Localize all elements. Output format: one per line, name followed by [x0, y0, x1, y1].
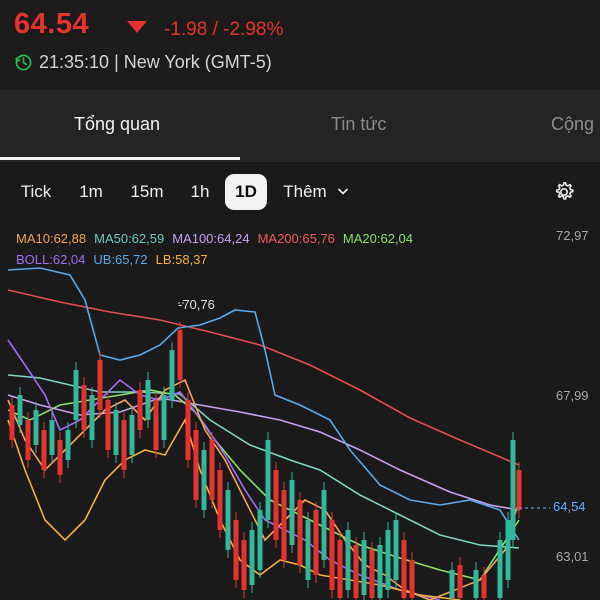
candle-body [185, 400, 191, 460]
candle-body [449, 570, 455, 598]
candle-body [81, 385, 87, 430]
candle-body [385, 530, 391, 590]
candle-body [129, 415, 135, 455]
interval-1h[interactable]: 1h [180, 174, 220, 210]
boll-line [7, 339, 441, 600]
candle-body [145, 380, 151, 420]
more-intervals-button[interactable]: Thêm [280, 174, 330, 210]
candle-body [297, 500, 303, 565]
candle-body [73, 370, 79, 420]
candle-body [217, 470, 223, 530]
candle-body [393, 520, 399, 580]
candle-body [105, 400, 111, 450]
y-tick-label: 63,01 [556, 549, 589, 564]
peak-price-label: -70,76 [178, 297, 215, 312]
candle-body [49, 420, 55, 455]
candle-body [177, 330, 183, 380]
ma-indicators: MA10:62,88 MA50:62,59 MA100:64,24 MA200:65,… [16, 231, 421, 246]
candle-body [337, 540, 343, 598]
candle-body [305, 520, 311, 580]
candle-body [457, 565, 463, 598]
candle-body [97, 360, 103, 410]
candle-body [169, 350, 175, 400]
interval-15m[interactable]: 15m [124, 174, 170, 210]
candle-body [89, 395, 95, 440]
candle-body [25, 420, 31, 460]
interval-tick[interactable]: Tick [10, 174, 62, 210]
candle-body [473, 570, 479, 598]
candle-body [161, 395, 167, 440]
chevron-down-icon[interactable] [337, 186, 349, 196]
candle-body [17, 395, 23, 425]
ma200-value: MA200:65,76 [257, 231, 335, 246]
candle-body [516, 470, 522, 510]
boll-value: BOLL:62,04 [16, 252, 86, 267]
y-tick-label: 72,97 [556, 228, 589, 243]
candle-body [401, 540, 407, 598]
candle-body [273, 470, 279, 540]
candle-body [313, 510, 319, 575]
candle-body [505, 520, 511, 580]
candle-body [201, 450, 207, 510]
lb-value: LB:58,37 [155, 252, 208, 267]
candle-body [361, 540, 367, 595]
candle-body [377, 545, 383, 598]
ma10-value: MA10:62,88 [16, 231, 87, 246]
ub-value: UB:65,72 [93, 252, 148, 267]
candle-body [497, 540, 503, 598]
candle-body [409, 560, 415, 598]
interval-1d[interactable]: 1D [225, 174, 267, 210]
candlestick-chart[interactable] [0, 0, 600, 600]
candle-body [345, 530, 351, 590]
candle-body [121, 420, 127, 470]
candle-body [329, 520, 335, 590]
candle-body [41, 430, 47, 470]
candle-body [353, 545, 359, 598]
candle-body [510, 440, 516, 540]
candle-body [289, 480, 295, 545]
candle-body [209, 440, 215, 500]
ma200-line [7, 289, 520, 466]
candle-body [153, 400, 159, 450]
interval-1m[interactable]: 1m [70, 174, 112, 210]
candle-body [369, 550, 375, 598]
candle-body [57, 440, 63, 475]
candle-body [233, 520, 239, 580]
candle-body [33, 410, 39, 445]
candle-body [257, 510, 263, 570]
ma20-value: MA20:62,04 [342, 231, 414, 246]
candle-body [137, 390, 143, 430]
last-price-tag: 64,54 [553, 499, 586, 514]
candle-body [225, 490, 231, 550]
candle-body [9, 405, 15, 440]
candle-body [281, 490, 287, 560]
boll-indicators: BOLL:62,04 UB:65,72 LB:58,37 [16, 252, 216, 267]
candle-body [65, 430, 71, 460]
candle-body [241, 540, 247, 590]
candle-body [321, 490, 327, 560]
y-tick-label: 67,99 [556, 388, 589, 403]
ma100-value: MA100:64,24 [172, 231, 250, 246]
candle-body [249, 530, 255, 585]
ma50-value: MA50:62,59 [94, 231, 165, 246]
candle-body [113, 410, 119, 455]
gear-icon[interactable] [552, 180, 576, 204]
candle-body [193, 430, 199, 500]
candle-body [481, 575, 487, 598]
candle-body [265, 440, 271, 520]
